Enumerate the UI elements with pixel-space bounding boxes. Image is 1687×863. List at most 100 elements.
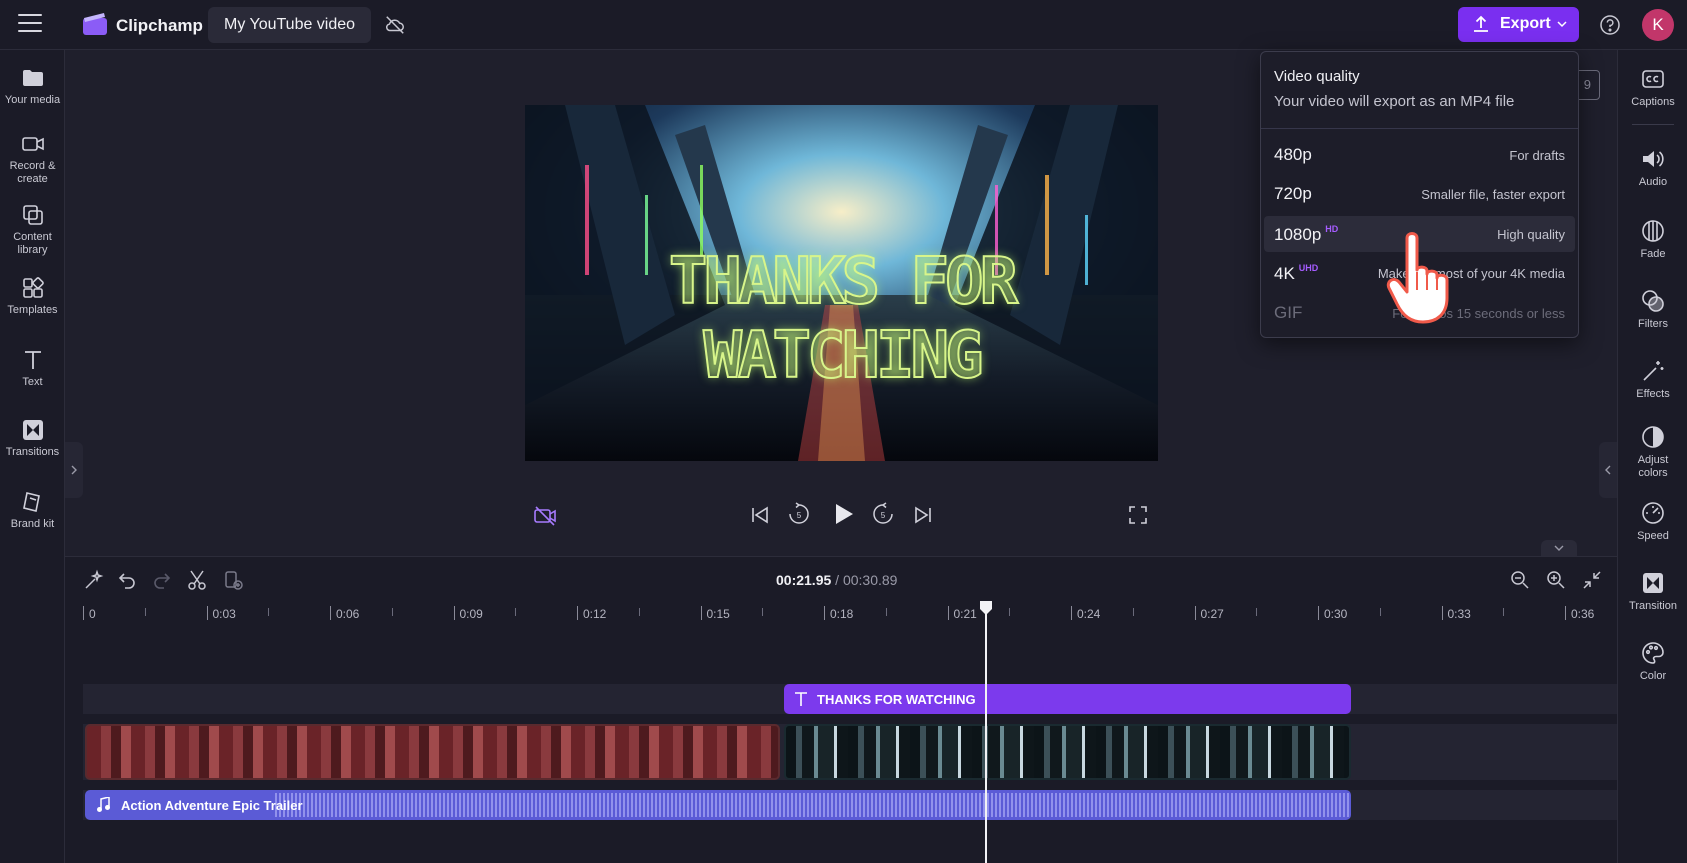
sidebar-item-text[interactable]: Text: [0, 348, 65, 389]
playhead-handle[interactable]: [978, 600, 994, 616]
ruler-tick: [1441, 606, 1443, 620]
sidebar-item-speed[interactable]: Speed: [1618, 500, 1687, 543]
clipchamp-logo-icon: [83, 13, 107, 35]
quality-label: 1080p HD: [1274, 224, 1339, 244]
ruler-minor-tick: [885, 608, 887, 616]
menu-subtitle: Your video will export as an MP4 file: [1274, 93, 1515, 110]
sidebar-item-label: Content library: [13, 231, 52, 256]
sidebar-item-label: Speed: [1637, 530, 1669, 542]
sidebar-item-fade[interactable]: Fade: [1618, 218, 1687, 261]
collapse-left-panel-button[interactable]: [65, 442, 83, 498]
ruler-tick-label: 0:03: [212, 607, 236, 621]
sidebar-item-label: Transitions: [5, 446, 60, 458]
help-icon[interactable]: [1599, 14, 1621, 36]
text-clip[interactable]: THANKS FOR WATCHING: [784, 684, 1351, 714]
sidebar-item-captions[interactable]: Captions: [1618, 66, 1687, 109]
avatar[interactable]: K: [1642, 9, 1674, 41]
ruler-tick-label: 0:06: [336, 607, 360, 621]
ai-camera-off-icon[interactable]: [533, 503, 557, 527]
cloud-off-icon[interactable]: [384, 14, 406, 36]
sidebar-item-record-create[interactable]: Record & create: [0, 132, 65, 186]
divider: [1632, 124, 1674, 125]
collapse-right-panel-button[interactable]: [1599, 442, 1617, 498]
quality-description: High quality: [1497, 227, 1565, 242]
ruler-tick: [330, 606, 331, 620]
menu-title: Video quality: [1274, 68, 1360, 85]
ruler-tick: [577, 606, 578, 620]
pointer-hand-cursor-icon: [1386, 232, 1449, 324]
sidebar-item-your-media[interactable]: Your media: [0, 66, 65, 107]
ruler-tick: [83, 606, 84, 620]
export-button[interactable]: Export: [1458, 7, 1579, 42]
ruler-tick-label: 0:36: [1571, 607, 1595, 621]
add-media-icon[interactable]: [222, 569, 244, 591]
right-sidebar: Captions Audio Fade Filters Effects Adju…: [1617, 50, 1687, 863]
sidebar-item-transitions[interactable]: Transitions: [0, 418, 65, 459]
menu-icon[interactable]: [18, 14, 42, 34]
playhead[interactable]: [985, 608, 987, 863]
brand-kit-icon: [22, 492, 40, 512]
sidebar-item-transition[interactable]: Transition: [1618, 570, 1687, 613]
ruler-tick-label: 0:18: [830, 607, 854, 621]
redo-icon[interactable]: [151, 569, 173, 591]
time-readout: 00:21.95 / 00:30.89: [776, 572, 897, 588]
export-option-480p[interactable]: 480p For drafts: [1264, 137, 1575, 173]
ruler-tick-label: 0: [89, 607, 96, 621]
quality-description: For drafts: [1509, 148, 1565, 163]
project-title-field[interactable]: My YouTube video: [208, 7, 372, 43]
upload-icon: [1474, 15, 1488, 32]
audio-clip[interactable]: Action Adventure Epic Trailer: [85, 790, 1351, 820]
templates-icon: [22, 277, 44, 298]
skip-back-icon[interactable]: [749, 504, 771, 526]
sidebar-item-adjust-colors[interactable]: Adjust colors: [1618, 424, 1687, 480]
content-library-icon: [22, 205, 43, 225]
video-clip-city[interactable]: [784, 724, 1351, 780]
video-clip-theater[interactable]: [85, 724, 780, 780]
ruler-minor-tick: [268, 608, 270, 616]
sidebar-item-label: Brand kit: [10, 518, 55, 530]
time-separator: /: [831, 572, 843, 588]
expand-timeline-button[interactable]: [1541, 540, 1577, 556]
ruler-minor-tick: [1503, 608, 1505, 616]
text-clip-label: THANKS FOR WATCHING: [817, 692, 976, 707]
magic-edit-icon[interactable]: [82, 569, 104, 591]
export-option-720p[interactable]: 720p Smaller file, faster export: [1264, 176, 1575, 212]
captions-icon: [1642, 70, 1664, 88]
play-icon[interactable]: [829, 500, 857, 528]
transitions-icon: [22, 420, 43, 440]
ruler-minor-tick: [391, 608, 393, 616]
sidebar-item-label: Captions: [1631, 96, 1675, 108]
zoom-out-icon[interactable]: [1509, 569, 1531, 591]
rewind-5-icon[interactable]: 5: [787, 502, 811, 526]
sidebar-item-content-library[interactable]: Content library: [0, 203, 65, 257]
skip-forward-icon[interactable]: [912, 504, 934, 526]
sidebar-item-label: Color: [1639, 670, 1667, 682]
ruler-minor-tick: [1379, 608, 1381, 616]
timeline-ruler[interactable]: 0 0:03 0:06 0:09 0:12 0:15 0:18 0:21 0:24 0:27 0:3…: [83, 600, 1617, 624]
export-label: Export: [1500, 15, 1551, 32]
fit-timeline-icon[interactable]: [1581, 569, 1603, 591]
sidebar-item-label: Adjust colors: [1637, 454, 1669, 479]
ruler-tick-label: 0:09: [459, 607, 483, 621]
sidebar-item-effects[interactable]: Effects: [1618, 358, 1687, 401]
forward-5-icon[interactable]: 5: [871, 502, 895, 526]
sidebar-item-audio[interactable]: Audio: [1618, 146, 1687, 189]
filters-icon: [1642, 290, 1664, 312]
ruler-tick-label: 0:15: [706, 607, 730, 621]
sidebar-item-filters[interactable]: Filters: [1618, 288, 1687, 331]
ruler-minor-tick: [1009, 608, 1011, 616]
sidebar-item-brand-kit[interactable]: Brand kit: [0, 490, 65, 531]
zoom-in-icon[interactable]: [1545, 569, 1567, 591]
sidebar-item-templates[interactable]: Templates: [0, 276, 65, 317]
quality-label: 720p: [1274, 184, 1312, 203]
ruler-tick-label: 0:30: [1324, 607, 1348, 621]
sidebar-item-color[interactable]: Color: [1618, 640, 1687, 683]
ruler-tick: [453, 606, 455, 620]
sidebar-item-label: Filters: [1638, 318, 1668, 330]
uhd-badge: UHD: [1298, 263, 1319, 273]
fullscreen-icon[interactable]: [1127, 504, 1149, 526]
undo-icon[interactable]: [116, 569, 138, 591]
scissors-icon[interactable]: [186, 569, 208, 591]
quality-label: GIF: [1274, 303, 1303, 322]
transition-icon: [1643, 573, 1663, 593]
